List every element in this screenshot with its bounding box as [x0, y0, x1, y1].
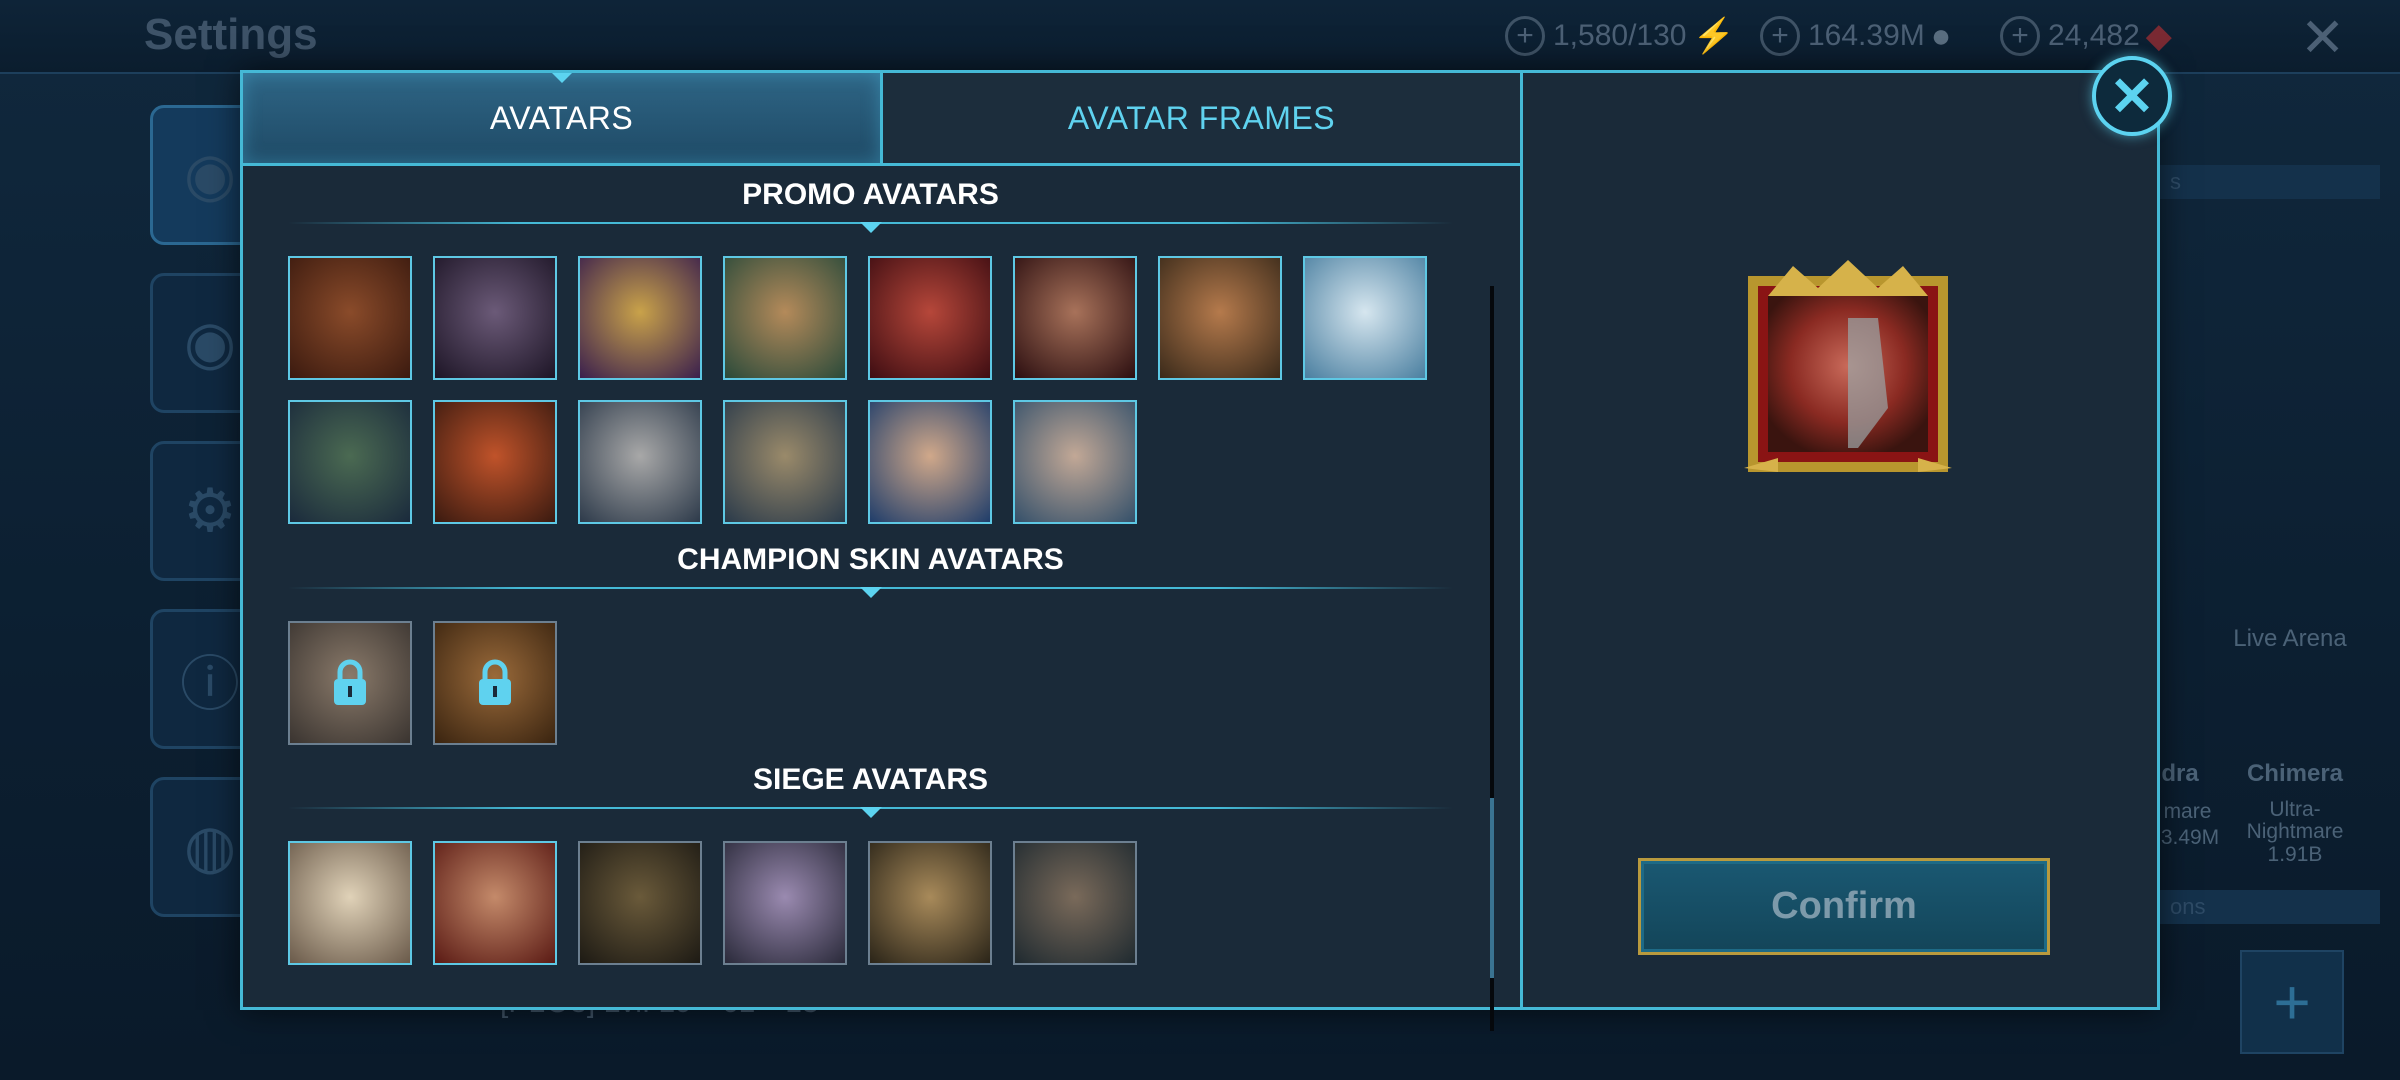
info-icon: ⓘ [180, 650, 240, 718]
avatar-tile[interactable] [433, 256, 557, 380]
avatar-tile[interactable] [1013, 841, 1137, 965]
user-icon: ◉ [183, 309, 237, 376]
top-bar: Settings + 1,580/130 ⚡ + 164.39M ● + 24,… [0, 0, 2400, 74]
lock-icon [479, 659, 511, 705]
avatar-tile[interactable] [1303, 256, 1427, 380]
background-right-panel: s Live Arena dra mare 3.49M Chimera Ultr… [2160, 110, 2400, 1010]
champion-skin-avatars-header: CHAMPION SKIN AVATARS [288, 543, 1453, 598]
siege-avatars-header: SIEGE AVATARS [288, 763, 1453, 818]
avatar-select-dialog: AVATARS AVATAR FRAMES PROMO AVATARS CHAM… [240, 70, 2160, 1031]
avatar-list-panel: AVATARS AVATAR FRAMES PROMO AVATARS CHAM… [243, 73, 1523, 1031]
avatar-tile[interactable] [868, 400, 992, 524]
avatar-tile[interactable] [868, 256, 992, 380]
selected-avatar-preview [1744, 260, 1952, 472]
avatar-list[interactable]: PROMO AVATARS CHAMPION SKIN AVATARS SIEG… [243, 166, 1493, 1006]
avatar-tile[interactable] [578, 400, 702, 524]
siege-avatars-grid [288, 841, 1468, 965]
avatar-tile[interactable] [288, 256, 412, 380]
avatar-tile[interactable] [723, 841, 847, 965]
avatar-tile[interactable] [1013, 256, 1137, 380]
live-arena-label: Live Arena [2233, 625, 2347, 652]
gem-icon: ◆ [2145, 17, 2172, 55]
plus-icon[interactable]: + [2000, 16, 2040, 56]
plus-icon[interactable]: + [1760, 16, 1800, 56]
confirm-button[interactable]: Confirm [1638, 858, 2050, 955]
avatar-tabs: AVATARS AVATAR FRAMES [243, 73, 1520, 166]
avatar-tile[interactable] [723, 400, 847, 524]
close-icon[interactable]: ✕ [2092, 56, 2172, 136]
globe-icon: ◍ [183, 813, 237, 880]
tab-avatar-frames[interactable]: AVATAR FRAMES [883, 73, 1520, 163]
avatar-tile[interactable] [433, 400, 557, 524]
lock-icon [334, 659, 366, 705]
user-icon: ◉ [183, 141, 237, 208]
avatar-tile[interactable] [723, 256, 847, 380]
scrollbar-thumb[interactable] [1490, 798, 1494, 978]
avatar-tile[interactable] [288, 621, 412, 745]
avatar-tile[interactable] [433, 621, 557, 745]
energy-icon: ⚡ [1692, 17, 1735, 55]
plus-icon[interactable]: + [1505, 16, 1545, 56]
avatar-tile[interactable] [868, 841, 992, 965]
avatar-tile[interactable] [1158, 256, 1282, 380]
gear-icon: ⚙ [183, 477, 237, 544]
gem-counter[interactable]: + 24,482 ◆ [2000, 14, 2172, 58]
page-title: Settings [144, 10, 318, 59]
silver-counter[interactable]: + 164.39M ● [1760, 14, 1951, 58]
add-button[interactable]: + [2240, 950, 2344, 1054]
avatar-tile[interactable] [433, 841, 557, 965]
energy-counter[interactable]: + 1,580/130 ⚡ [1505, 14, 1735, 58]
tab-avatars[interactable]: AVATARS [243, 73, 883, 163]
avatar-tile[interactable] [1013, 400, 1137, 524]
silver-icon: ● [1930, 16, 1952, 55]
close-icon[interactable]: ✕ [2300, 6, 2345, 69]
champion-skin-avatars-grid [288, 621, 1468, 745]
bg-strip: s [2160, 165, 2380, 199]
promo-avatars-grid [288, 256, 1468, 524]
avatar-tile[interactable] [288, 400, 412, 524]
promo-avatars-header: PROMO AVATARS [288, 178, 1453, 233]
avatar-tile[interactable] [578, 256, 702, 380]
bg-strip: ons [2160, 890, 2380, 924]
avatar-tile[interactable] [288, 841, 412, 965]
avatar-tile[interactable] [578, 841, 702, 965]
